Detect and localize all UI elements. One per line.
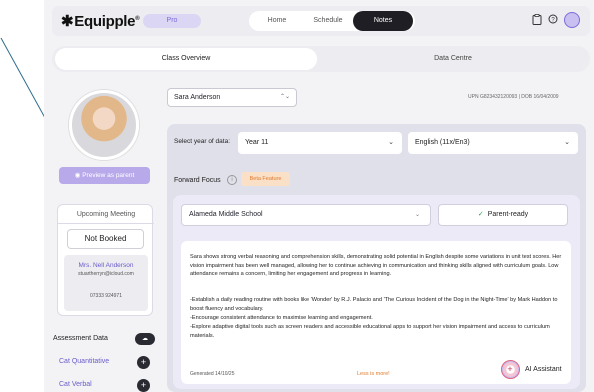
upcoming-meeting-card: Upcoming Meeting Not Booked Mrs. Nell An…	[57, 204, 154, 316]
nav-tabs: Home Schedule Notes	[249, 11, 415, 31]
recommendation-item: -Encourage consistent attendance to maxi…	[190, 315, 373, 321]
assessment-item-label: Cat Verbal	[59, 381, 92, 388]
chevron-updown-icon: ⌃⌄	[279, 94, 290, 100]
tab-class-overview[interactable]: Class Overview	[55, 48, 317, 70]
info-icon[interactable]: i	[227, 175, 237, 185]
meeting-status[interactable]: Not Booked	[67, 229, 144, 249]
parent-ready-label: Parent-ready	[487, 211, 529, 218]
summary-paragraph: Sara shows strong verbal reasoning and c…	[190, 254, 562, 278]
year-value: Year 11	[245, 139, 269, 146]
clipboard-icon[interactable]	[531, 14, 543, 26]
forward-focus-panel: Select year of data: Year 11 ⌄ English (…	[167, 124, 586, 392]
beta-badge: Beta Feature	[241, 172, 290, 186]
ai-assistant-label: AI Assistant	[525, 366, 562, 373]
student-meta: UPN G823432120093 | DOB 16/04/2009	[468, 94, 559, 100]
student-name: Sara Anderson	[174, 94, 221, 101]
logo[interactable]: ✱Equipple®	[61, 12, 140, 30]
asterisk-logo-icon: ✱	[61, 13, 74, 30]
assessment-item[interactable]: Cat Verbal +	[53, 378, 157, 392]
less-more-link[interactable]: Less is more!	[357, 371, 390, 377]
tab-schedule[interactable]: Schedule	[303, 11, 353, 31]
preview-as-parent-button[interactable]: ◉ Preview as parent	[59, 167, 150, 184]
eye-icon: ◉	[74, 172, 81, 179]
assessment-title: Assessment Data	[53, 335, 108, 342]
sub-tabs: Class Overview Data Centre	[52, 46, 590, 72]
student-photo	[69, 90, 139, 160]
teacher-contact: Mrs. Nell Anderson stuartherryn@icloud.c…	[64, 255, 148, 311]
teacher-name[interactable]: Mrs. Nell Anderson	[64, 262, 148, 269]
teacher-email[interactable]: stuartherryn@icloud.com	[68, 271, 144, 278]
chevron-down-icon: ⌄	[414, 212, 420, 218]
logo-text: Equipple	[74, 13, 136, 30]
recommendation-item: -Establish a daily reading routine with …	[190, 297, 558, 312]
tab-home[interactable]: Home	[255, 11, 299, 31]
meeting-title: Upcoming Meeting	[76, 211, 136, 218]
year-label: Select year of data:	[174, 138, 231, 145]
tab-data-centre[interactable]: Data Centre	[320, 48, 586, 70]
top-nav: ✱Equipple® Pro Home Schedule Notes ?	[52, 6, 590, 36]
chevron-down-icon: ⌄	[388, 139, 394, 146]
preview-label: Preview as parent	[82, 172, 135, 179]
teacher-phone: 07333 924971	[90, 293, 122, 299]
summary-card: Sara shows strong verbal reasoning and c…	[181, 241, 571, 384]
parent-ready-button[interactable]: ✓ Parent-ready	[438, 204, 568, 226]
recommendation-item: -Explore adaptive digital tools such as …	[190, 324, 550, 339]
forward-focus-label: Forward Focus	[174, 177, 221, 184]
year-dropdown[interactable]: Year 11 ⌄	[238, 132, 402, 154]
ai-orb-icon	[501, 360, 520, 379]
plan-badge: Pro	[143, 14, 201, 28]
school-select[interactable]: Alameda Middle School ⌄	[181, 204, 431, 226]
generated-date: Generated 14/10/25	[190, 371, 235, 377]
logo-mark: ®	[135, 16, 140, 22]
user-avatar[interactable]	[564, 12, 580, 28]
plus-icon[interactable]: +	[137, 356, 150, 369]
plus-icon[interactable]: +	[137, 379, 150, 392]
assessment-item[interactable]: Cat Quantitative +	[53, 355, 157, 371]
student-select[interactable]: Sara Anderson ⌃⌄	[167, 88, 297, 107]
upload-icon[interactable]: ☁	[135, 333, 155, 345]
app-window: ✱Equipple® Pro Home Schedule Notes ? Cla…	[44, 0, 594, 392]
help-icon[interactable]: ?	[547, 14, 559, 26]
assessment-item-label: Cat Quantitative	[59, 358, 110, 365]
divider	[58, 223, 154, 224]
tab-notes[interactable]: Notes	[353, 11, 413, 31]
forward-focus-card: Alameda Middle School ⌄ ✓ Parent-ready Sa…	[173, 195, 580, 389]
subject-value: English (11x/En3)	[415, 139, 470, 146]
school-name: Alameda Middle School	[189, 211, 263, 218]
subject-dropdown[interactable]: English (11x/En3) ⌄	[408, 132, 578, 154]
chevron-down-icon: ⌄	[564, 139, 570, 146]
check-icon: ✓	[477, 211, 484, 218]
ai-assistant-button[interactable]: AI Assistant	[501, 359, 569, 381]
